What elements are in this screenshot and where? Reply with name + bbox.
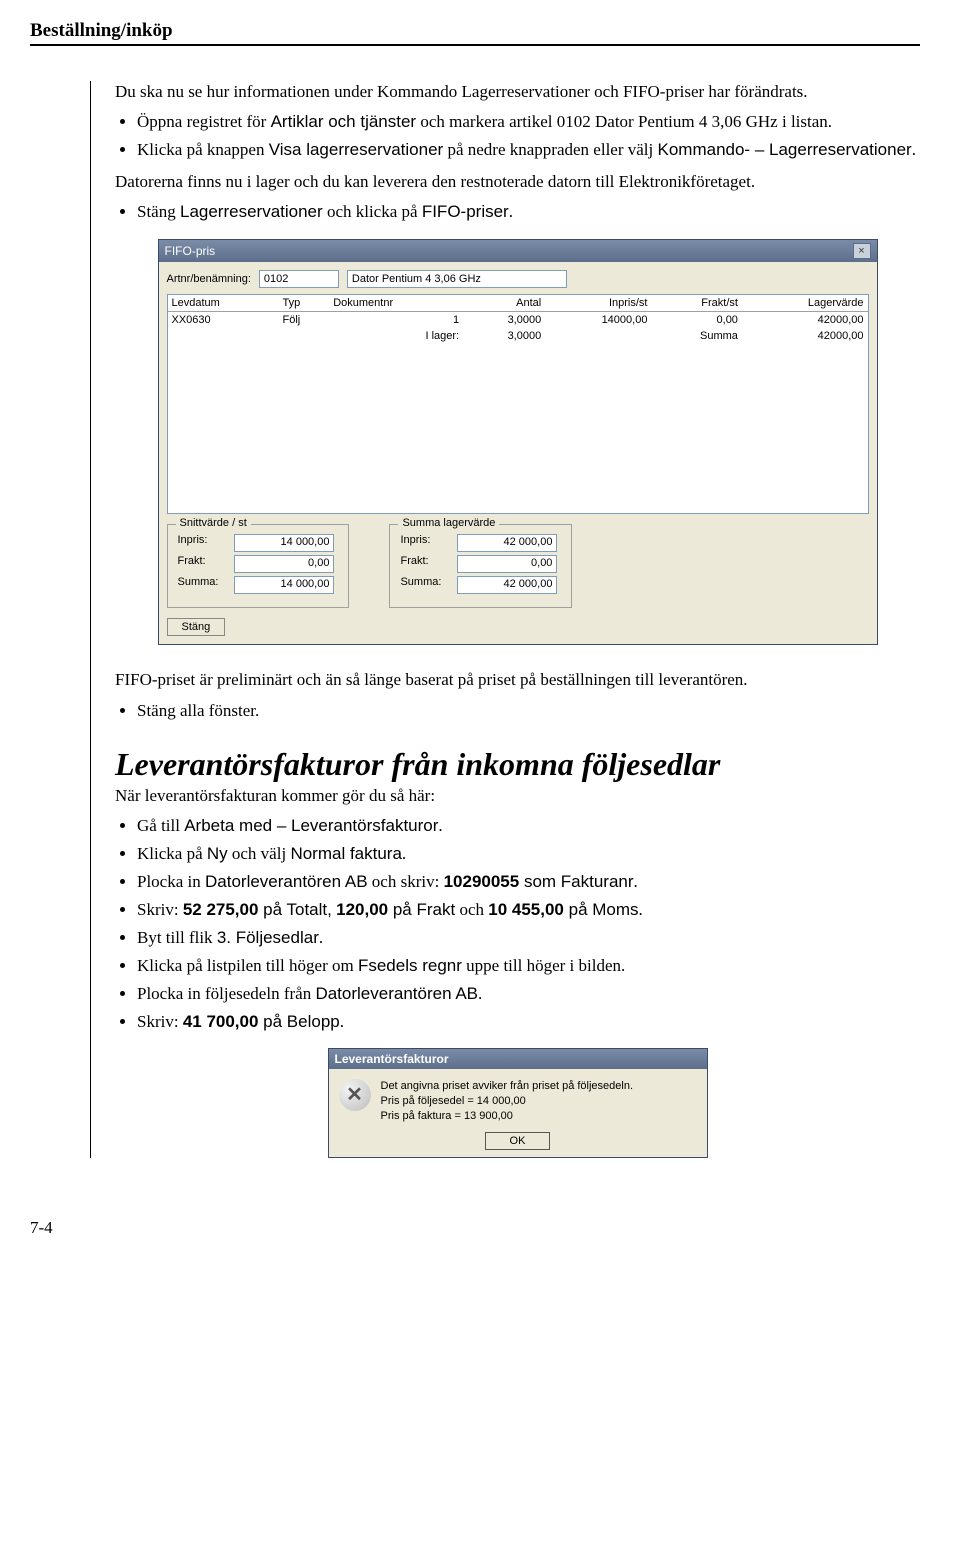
lager-inpris: 42 000,00	[457, 534, 557, 552]
bullet-after-fifo: Stäng alla fönster.	[115, 700, 920, 722]
intro-paragraph: Du ska nu se hur informationen under Kom…	[115, 81, 920, 103]
after-fifo-paragraph: FIFO-priset är preliminärt och än så län…	[115, 669, 920, 691]
col-inpris: Inpris/st	[545, 295, 651, 312]
dialog-title: Leverantörsfakturor	[329, 1049, 707, 1069]
ok-button[interactable]: OK	[485, 1132, 551, 1150]
snitt-frakt: 0,00	[234, 555, 334, 573]
snitt-inpris: 14 000,00	[234, 534, 334, 552]
col-dokumentnr: Dokumentnr	[329, 295, 463, 312]
close-icon[interactable]: ×	[853, 243, 871, 259]
leverantorsfakturor-dialog: Leverantörsfakturor ✕ Det angivna priset…	[328, 1048, 708, 1158]
list-item: Öppna registret för Artiklar och tjänste…	[137, 111, 920, 133]
bullet-list-mid: Stäng Lagerreservationer och klicka på F…	[115, 201, 920, 223]
section-heading: Leverantörsfakturor från inkomna följese…	[115, 746, 920, 783]
stang-button[interactable]: Stäng	[167, 618, 226, 636]
summa-lagervarde-group: Summa lagervärde Inpris:42 000,00 Frakt:…	[389, 524, 572, 608]
col-antal: Antal	[463, 295, 545, 312]
page-number: 7-4	[30, 1218, 920, 1238]
fifo-pris-window: FIFO-pris × Artnr/benämning: 0102 Dator …	[158, 239, 878, 645]
list-item: Gå till Arbeta med – Leverantörsfakturor…	[137, 815, 920, 837]
col-typ: Typ	[279, 295, 330, 312]
list-item: Plocka in följesedeln från Datorleverant…	[137, 983, 920, 1005]
info-icon: ✕	[339, 1079, 371, 1111]
list-item: Plocka in Datorleverantören AB och skriv…	[137, 871, 920, 893]
page-header-title: Beställning/inköp	[30, 20, 920, 44]
table-row: XX0630 Följ 1 3,0000 14000,00 0,00 42000…	[168, 312, 868, 329]
dialog-text: Det angivna priset avviker från priset p…	[381, 1079, 634, 1125]
lager-summa: 42 000,00	[457, 576, 557, 594]
artnr-label: Artnr/benämning:	[167, 273, 251, 285]
fifo-table: Levdatum Typ Dokumentnr Antal Inpris/st …	[167, 294, 869, 514]
list-item: Skriv: 52 275,00 på Totalt, 120,00 på Fr…	[137, 899, 920, 921]
bullet-list-2: Gå till Arbeta med – Leverantörsfakturor…	[115, 815, 920, 1034]
list-item: Byt till flik 3. Följesedlar.	[137, 927, 920, 949]
section-lead: När leverantörsfakturan kommer gör du så…	[115, 785, 920, 807]
mid-paragraph: Datorerna finns nu i lager och du kan le…	[115, 171, 920, 193]
fifo-title: FIFO-pris	[165, 244, 216, 258]
artnr-field[interactable]: 0102	[259, 270, 339, 288]
fifo-titlebar: FIFO-pris ×	[159, 240, 877, 262]
list-item: Skriv: 41 700,00 på Belopp.	[137, 1011, 920, 1033]
bullet-list-1: Öppna registret för Artiklar och tjänste…	[115, 111, 920, 161]
list-item: Klicka på Ny och välj Normal faktura.	[137, 843, 920, 865]
col-lagervarde: Lagervärde	[742, 295, 868, 312]
list-item: Stäng alla fönster.	[137, 700, 920, 722]
artname-field[interactable]: Dator Pentium 4 3,06 GHz	[347, 270, 567, 288]
snitt-summa: 14 000,00	[234, 576, 334, 594]
lager-frakt: 0,00	[457, 555, 557, 573]
snittvarde-group: Snittvärde / st Inpris:14 000,00 Frakt:0…	[167, 524, 350, 608]
col-levdatum: Levdatum	[168, 295, 279, 312]
table-row: I lager: 3,0000 Summa 42000,00	[168, 328, 868, 344]
header-rule	[30, 44, 920, 46]
list-item: Klicka på knappen Visa lagerreservatione…	[137, 139, 920, 161]
list-item: Stäng Lagerreservationer och klicka på F…	[137, 201, 920, 223]
col-frakt: Frakt/st	[651, 295, 741, 312]
list-item: Klicka på listpilen till höger om Fsedel…	[137, 955, 920, 977]
